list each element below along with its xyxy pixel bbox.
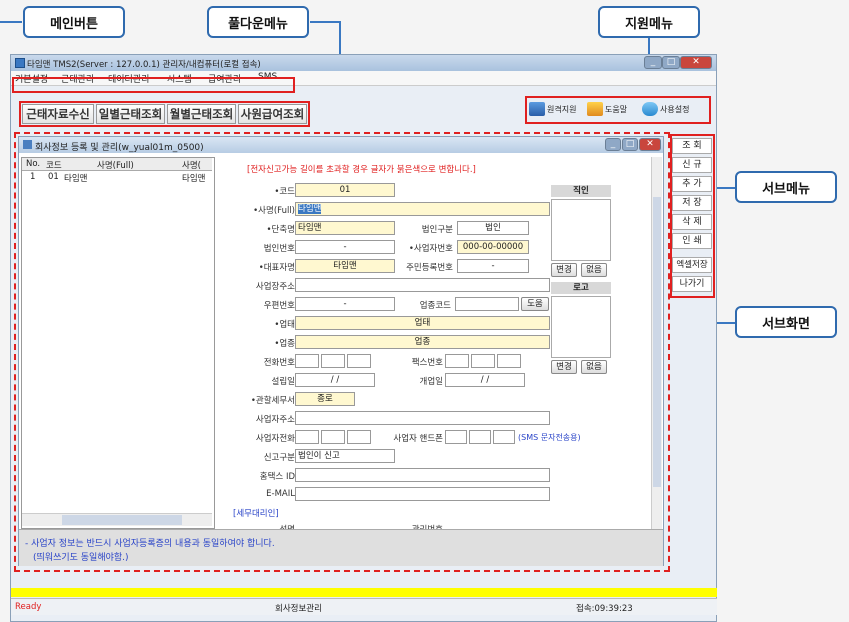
arrow-sub-screen — [716, 322, 735, 324]
support-highlight — [525, 96, 711, 124]
main-button-highlight — [19, 101, 310, 127]
callout-sub-screen: 서브화면 — [735, 306, 837, 338]
status-bar: Ready 회사정보관리 접속:09:39:23 — [11, 598, 717, 615]
sub-menu-highlight — [670, 134, 715, 298]
pulldown-highlight — [12, 77, 295, 93]
sub-screen-highlight — [14, 132, 670, 572]
arrow-main — [0, 21, 22, 23]
app-icon — [15, 58, 25, 68]
close-button[interactable]: ✕ — [680, 56, 712, 69]
status-ready: Ready — [15, 602, 42, 612]
callout-sub-menu: 서브메뉴 — [735, 171, 837, 203]
arrow-sub-menu — [716, 187, 735, 189]
window-title: 타임맨 TMS2(Server : 127.0.0.1) 관리자/내컴퓨터(로컬… — [27, 60, 261, 70]
callout-pulldown-menu: 풀다운메뉴 — [207, 6, 309, 38]
status-screen-name: 회사정보관리 — [275, 604, 322, 614]
maximize-button[interactable]: □ — [662, 56, 680, 69]
callout-main-button: 메인버튼 — [23, 6, 125, 38]
arrow-pulldown-h1 — [310, 21, 340, 23]
minimize-button[interactable]: _ — [644, 56, 662, 69]
callout-support-menu: 지원메뉴 — [598, 6, 700, 38]
status-connect-time: 접속:09:39:23 — [576, 604, 633, 614]
title-bar: 타임맨 TMS2(Server : 127.0.0.1) 관리자/내컴퓨터(로컬… — [11, 55, 716, 71]
status-yellow-bar — [11, 588, 717, 597]
